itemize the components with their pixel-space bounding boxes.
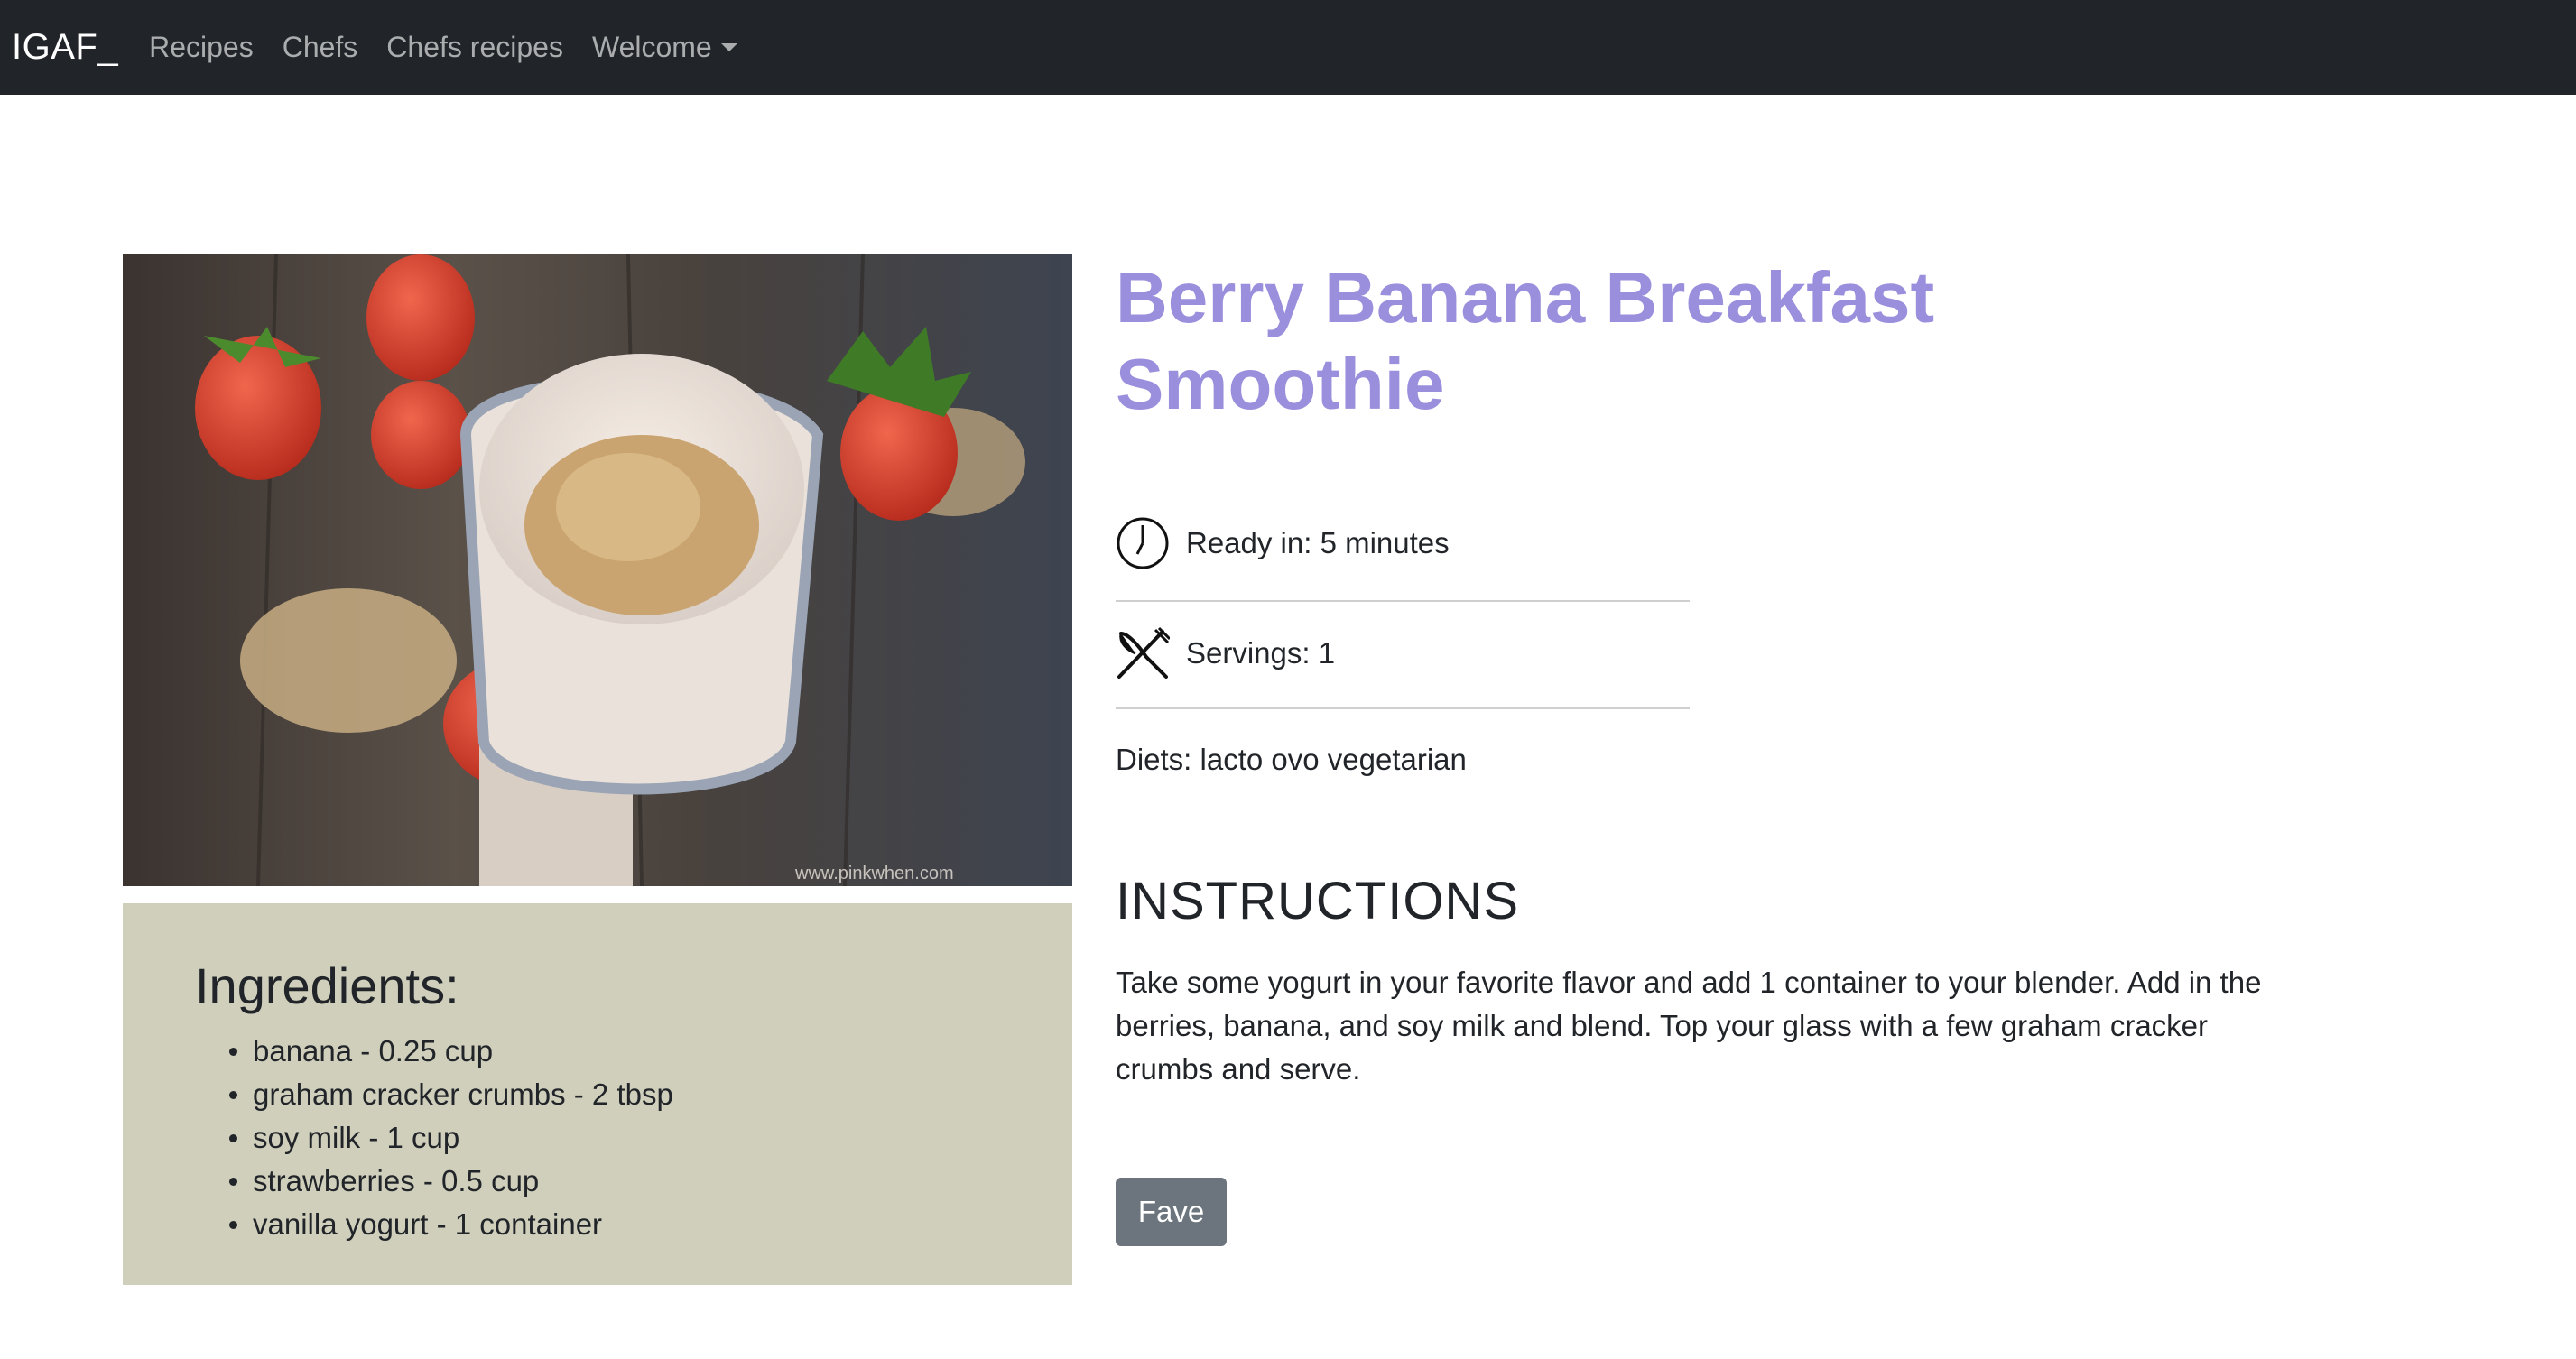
nav-link-recipes[interactable]: Recipes xyxy=(149,31,254,64)
fave-button[interactable]: Fave xyxy=(1116,1178,1227,1246)
recipe-image: www.pinkwhen.com xyxy=(123,254,1072,886)
ingredient-item: soy milk - 1 cup xyxy=(229,1116,1072,1160)
ingredient-item: graham cracker crumbs - 2 tbsp xyxy=(229,1073,1072,1116)
instructions-text: Take some yogurt in your favorite flavor… xyxy=(1116,966,2262,1086)
clock-icon xyxy=(1117,517,1169,569)
divider xyxy=(1116,707,1690,709)
ingredient-item: strawberries - 0.5 cup xyxy=(229,1160,1072,1203)
welcome-dropdown[interactable]: Welcome xyxy=(592,31,737,64)
diets-text: Diets: lacto ovo vegetarian xyxy=(1116,743,1467,776)
nav-link-chefs-recipes[interactable]: Chefs recipes xyxy=(386,31,563,64)
ingredients-heading: Ingredients: xyxy=(195,957,459,1014)
brand-link[interactable]: IGAF_ xyxy=(12,27,118,68)
recipe-title: Berry Banana Breakfast Smoothie xyxy=(1116,257,1935,424)
fork-knife-icon xyxy=(1117,626,1170,679)
servings-text: Servings: 1 xyxy=(1186,636,1336,670)
ingredients-list: banana - 0.25 cup graham cracker crumbs … xyxy=(229,1030,1072,1246)
navbar: IGAF_ Recipes Chefs Chefs recipes Welcom… xyxy=(0,0,2576,95)
ready-in-row: Ready in: 5 minutes xyxy=(1116,516,1690,570)
ready-in-text: Ready in: 5 minutes xyxy=(1186,526,1450,559)
divider xyxy=(1116,600,1690,602)
welcome-dropdown-label: Welcome xyxy=(591,31,712,63)
ingredient-item: banana - 0.25 cup xyxy=(229,1030,1072,1073)
nav-link-chefs[interactable]: Chefs xyxy=(283,31,358,64)
servings-row: Servings: 1 xyxy=(1116,626,1690,680)
ingredients-panel: Ingredients: banana - 0.25 cup graham cr… xyxy=(123,903,1072,1285)
ingredient-item: vanilla yogurt - 1 container xyxy=(229,1203,1072,1246)
instructions-heading: INSTRUCTIONS xyxy=(1116,872,1519,930)
image-watermark: www.pinkwhen.com xyxy=(794,864,954,883)
caret-down-icon xyxy=(720,43,737,51)
